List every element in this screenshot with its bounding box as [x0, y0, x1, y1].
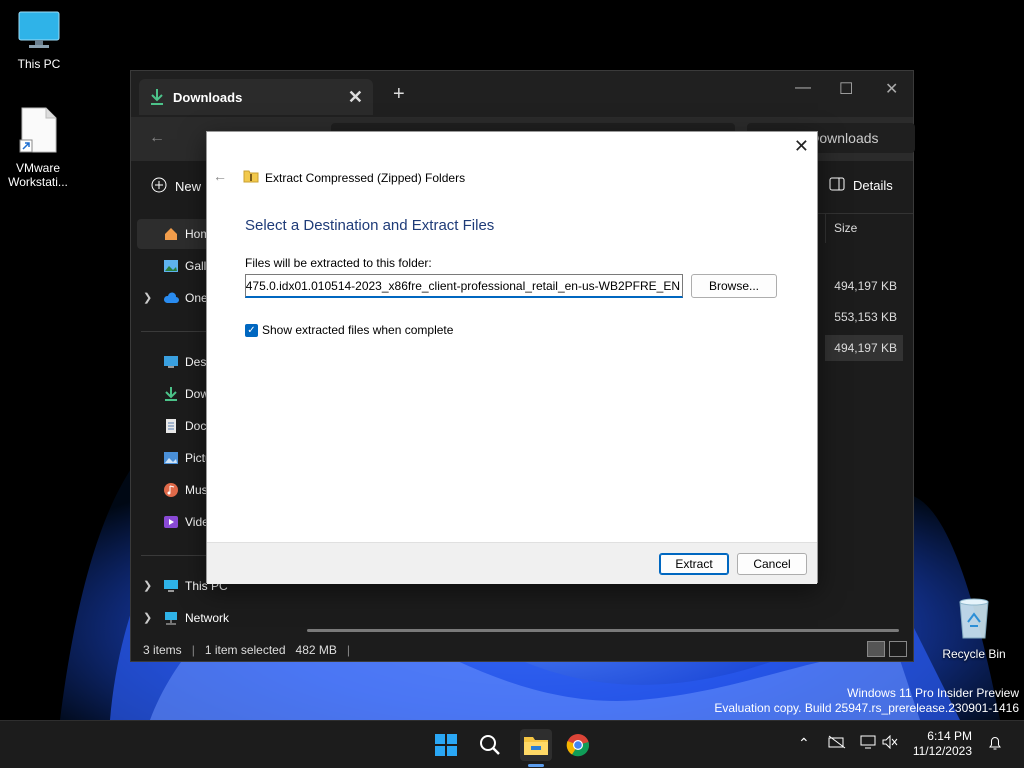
plus-circle-icon [151, 177, 167, 196]
active-app-indicator [528, 764, 544, 767]
gallery-icon [163, 258, 179, 274]
sidebar-item-label: Network [185, 611, 230, 625]
clock-date: 11/12/2023 [912, 744, 972, 758]
music-icon [163, 482, 179, 498]
status-selected: 1 item selected [204, 643, 286, 657]
pictures-icon [163, 450, 179, 466]
close-window-icon[interactable]: ✕ [885, 79, 898, 99]
search-button[interactable] [474, 729, 506, 761]
watermark-line-2: Evaluation copy. Build 25947.rs_prerelea… [714, 701, 1019, 715]
back-arrow-icon[interactable]: ← [213, 168, 227, 184]
details-pane-icon [829, 177, 845, 194]
cloud-icon [163, 290, 179, 306]
cancel-button[interactable]: Cancel [737, 553, 807, 575]
desktop-icon-this-pc[interactable]: This PC [1, 10, 77, 71]
status-separator: | [191, 643, 195, 657]
video-icon [163, 514, 179, 530]
monitor-icon [1, 10, 77, 53]
status-separator: | [346, 643, 351, 657]
view-toggle [867, 641, 907, 657]
folder-icon [524, 737, 548, 755]
show-files-checkbox[interactable]: ✓ Show extracted files when complete [245, 323, 453, 337]
home-icon [163, 226, 179, 242]
evaluation-watermark: Windows 11 Pro Insider Preview Evaluatio… [714, 686, 1019, 716]
extract-button[interactable]: Extract [659, 553, 729, 575]
new-button[interactable]: New [151, 177, 201, 196]
minimize-icon[interactable]: — [795, 79, 811, 97]
browse-button[interactable]: Browse... [691, 274, 777, 298]
column-header-size[interactable]: Size [825, 213, 907, 243]
close-icon[interactable]: ✕ [794, 136, 809, 157]
network-disconnected-icon[interactable] [828, 735, 846, 752]
details-label: Details [853, 178, 893, 193]
checkbox-label: Show extracted files when complete [262, 323, 454, 337]
volume-muted-icon[interactable] [882, 734, 898, 752]
status-item-count: 3 items [143, 643, 182, 657]
tiles-view-icon[interactable] [889, 641, 907, 657]
maximize-icon[interactable]: ☐ [839, 79, 853, 99]
chevron-right-icon[interactable]: ❯ [143, 579, 152, 592]
chevron-right-icon[interactable]: ❯ [143, 611, 152, 624]
chrome-icon [566, 734, 590, 757]
back-arrow-icon[interactable]: ← [149, 129, 165, 147]
file-size-cell: 553,153 KB [834, 310, 897, 324]
taskbar-file-explorer[interactable] [520, 729, 552, 761]
document-icon [163, 418, 179, 434]
dialog-title: Extract Compressed (Zipped) Folders [243, 169, 466, 186]
status-bar: 3 items | 1 item selected 482 MB | [143, 643, 350, 657]
tab-downloads[interactable]: Downloads ✕ [139, 79, 373, 115]
system-clock[interactable]: 6:14 PM 11/12/2023 [900, 729, 972, 759]
chevron-up-icon[interactable]: ⌃ [798, 735, 810, 752]
dialog-heading: Select a Destination and Extract Files [245, 217, 495, 234]
taskbar: ⌃ 6:14 PM 11/12/2023 [0, 720, 1024, 768]
sidebar-item-network[interactable]: ❯ Network [137, 603, 287, 633]
checkmark-icon[interactable]: ✓ [245, 323, 258, 337]
desktop-icon-recycle-bin[interactable]: Recycle Bin [936, 596, 1012, 661]
recycle-bin-icon [936, 596, 1012, 643]
file-size-cell: 494,197 KB [825, 335, 903, 361]
new-label: New [175, 179, 202, 194]
horizontal-scrollbar[interactable] [307, 629, 899, 632]
dialog-title-text: Extract Compressed (Zipped) Folders [265, 170, 466, 185]
dialog-footer: Extract Cancel [207, 542, 817, 584]
status-size: 482 MB [295, 643, 337, 657]
desktop-icon-label: Recycle Bin [942, 647, 1006, 661]
clock-time: 6:14 PM [927, 729, 972, 743]
folder-label: Files will be extracted to this folder: [245, 256, 432, 270]
new-tab-icon[interactable]: + [393, 83, 405, 106]
monitor-icon [163, 578, 179, 594]
network-icon [163, 610, 179, 626]
download-arrow-icon [149, 88, 165, 109]
destination-path-input[interactable]: C:\Users\user\Downloads\25947.1.2475.0.i… [245, 274, 683, 298]
desktop-folder-icon [163, 354, 179, 370]
notification-bell-icon[interactable] [988, 735, 1002, 754]
zip-folder-icon [243, 169, 259, 186]
desktop-icon-label: This PC [17, 57, 61, 71]
display-icon[interactable] [860, 735, 878, 752]
extract-dialog[interactable]: ✕ ← Extract Compressed (Zipped) Folders … [206, 131, 818, 584]
details-button[interactable]: Details [829, 177, 893, 194]
file-shortcut-icon [0, 106, 76, 157]
destination-path-value: C:\Users\user\Downloads\25947.1.2475.0.i… [245, 279, 680, 293]
start-button[interactable] [430, 729, 462, 761]
windows-logo-icon [435, 734, 457, 756]
close-tab-icon[interactable]: ✕ [348, 87, 363, 108]
chevron-right-icon[interactable]: ❯ [143, 291, 152, 304]
tab-label: Downloads [173, 89, 243, 105]
file-size-cell: 494,197 KB [834, 279, 897, 293]
explorer-titlebar[interactable]: Downloads ✕ + — ☐ ✕ [131, 71, 913, 117]
desktop-icon-vmware[interactable]: VMware Workstati... [0, 106, 76, 189]
search-icon [480, 735, 500, 755]
download-arrow-icon [163, 386, 179, 402]
watermark-line-1: Windows 11 Pro Insider Preview [847, 686, 1019, 700]
taskbar-chrome[interactable] [562, 729, 594, 761]
details-view-icon[interactable] [867, 641, 885, 657]
desktop-icon-label: VMware Workstati... [8, 161, 68, 189]
